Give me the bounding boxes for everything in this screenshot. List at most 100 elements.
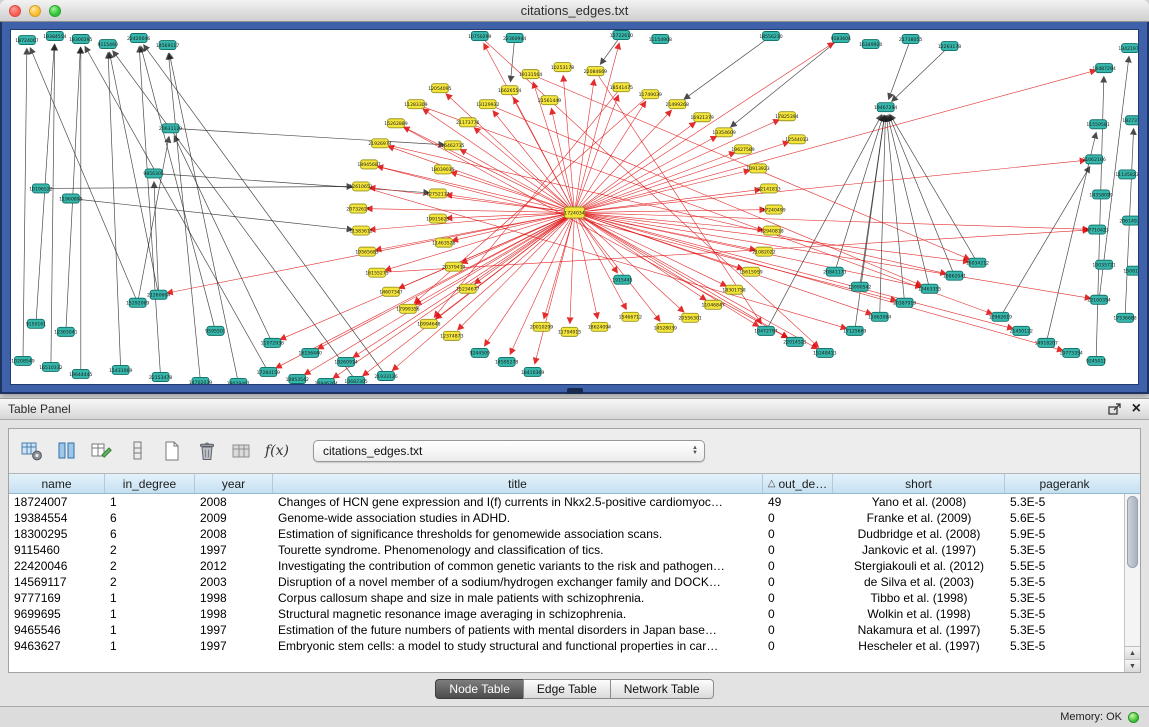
- tab-network-table[interactable]: Network Table: [610, 679, 714, 699]
- network-node[interactable]: 17240499: [762, 205, 785, 214]
- network-node[interactable]: 12365041: [54, 327, 77, 336]
- network-node[interactable]: 11663084: [868, 312, 891, 321]
- column-header-short[interactable]: short: [833, 474, 1005, 493]
- network-node[interactable]: 21926974: [368, 139, 391, 148]
- table-row[interactable]: 1938455462009Genome-wide association stu…: [9, 510, 1124, 526]
- network-node[interactable]: 14358099: [1089, 190, 1112, 199]
- network-node[interactable]: 12752117: [426, 189, 449, 198]
- network-node[interactable]: 11960895: [59, 194, 82, 203]
- network-node[interactable]: 18624094: [588, 322, 611, 331]
- citation-edge-black[interactable]: [139, 47, 160, 377]
- citation-edge-black[interactable]: [108, 53, 121, 370]
- network-node[interactable]: 16510332: [39, 362, 62, 371]
- network-node[interactable]: 22141813: [757, 184, 780, 193]
- table-row[interactable]: 911546021997Tourette syndrome. Phenomeno…: [9, 542, 1124, 558]
- network-node[interactable]: 17999356: [396, 304, 419, 313]
- citation-edge-red[interactable]: [416, 104, 992, 314]
- network-node[interactable]: 11145823: [1115, 170, 1138, 179]
- citation-edge-red[interactable]: [396, 123, 787, 337]
- network-node[interactable]: 16487294: [1092, 64, 1115, 73]
- network-node[interactable]: 21173776: [456, 118, 479, 127]
- network-node[interactable]: 22360944: [503, 34, 526, 43]
- network-node[interactable]: 17710423: [1085, 225, 1108, 234]
- citation-edge-red[interactable]: [570, 213, 575, 323]
- citation-edge-black[interactable]: [169, 54, 238, 383]
- network-node[interactable]: 15615959: [739, 267, 762, 276]
- network-node[interactable]: 9244509: [470, 348, 490, 357]
- network-node[interactable]: 18541475: [610, 83, 633, 92]
- network-node[interactable]: 9150161: [26, 319, 46, 328]
- network-node[interactable]: 11794915: [558, 327, 581, 336]
- network-node[interactable]: 13682305: [344, 376, 367, 384]
- network-node[interactable]: 21738055: [899, 35, 922, 44]
- network-node[interactable]: 20732627: [346, 204, 369, 213]
- citation-edge-black[interactable]: [113, 51, 356, 381]
- network-node[interactable]: 18273741: [1122, 116, 1138, 125]
- column-header-out_degree[interactable]: △out_de…: [763, 474, 833, 493]
- network-node[interactable]: 18301758: [722, 285, 745, 294]
- column-header-title[interactable]: title: [273, 474, 763, 493]
- column-header-name[interactable]: name: [9, 474, 105, 493]
- citation-edge-red[interactable]: [575, 213, 764, 230]
- network-node[interactable]: 16626554: [498, 86, 521, 95]
- citation-edge-black[interactable]: [889, 39, 911, 99]
- network-node[interactable]: 11046847: [701, 300, 724, 309]
- citation-edge-black[interactable]: [71, 198, 352, 229]
- citation-edge-red[interactable]: [378, 166, 575, 212]
- network-node[interactable]: 10994648: [417, 319, 440, 328]
- table-row[interactable]: 969969511998Structural magnetic resonanc…: [9, 606, 1124, 622]
- network-node[interactable]: 18862041: [943, 271, 966, 280]
- table-mode-icon[interactable]: [19, 438, 45, 464]
- window-resize-grip[interactable]: [567, 388, 583, 394]
- citation-edge-black[interactable]: [66, 48, 80, 332]
- network-node[interactable]: 13990542: [848, 282, 871, 291]
- zoom-window-button[interactable]: [49, 5, 61, 17]
- tab-node-table[interactable]: Node Table: [435, 679, 524, 699]
- network-node[interactable]: 20946264: [314, 378, 337, 384]
- network-node[interactable]: 11431069: [109, 365, 132, 374]
- table-row[interactable]: 1872400712008Changes of HCN gene express…: [9, 494, 1124, 510]
- network-node[interactable]: 10208549: [11, 356, 34, 365]
- citation-edge-black[interactable]: [138, 137, 169, 303]
- citation-edge-red[interactable]: [446, 94, 574, 212]
- table-row[interactable]: 946362711997Embryonic stem cells: a mode…: [9, 638, 1124, 654]
- network-node[interactable]: 18945687: [357, 160, 380, 169]
- network-node[interactable]: 19131564: [519, 70, 542, 79]
- network-node[interactable]: 22014521: [783, 337, 806, 346]
- column-header-pagerank[interactable]: pagerank: [1005, 474, 1124, 493]
- network-node[interactable]: 19260914: [334, 357, 357, 366]
- network-node[interactable]: 11749039: [639, 90, 662, 99]
- network-node[interactable]: 11559581: [1086, 120, 1109, 129]
- table-row[interactable]: 977716911998Corpus callosum shape and si…: [9, 590, 1124, 606]
- citation-edge-black[interactable]: [889, 116, 954, 276]
- network-node[interactable]: 21062166: [1082, 155, 1105, 164]
- citation-edge-black[interactable]: [890, 115, 977, 263]
- import-table-icon[interactable]: [229, 438, 255, 464]
- network-node[interactable]: 16034212: [966, 258, 989, 267]
- citation-edge-black[interactable]: [1000, 167, 1089, 317]
- table-row[interactable]: 2242004622012Investigating the contribut…: [9, 558, 1124, 574]
- table-row[interactable]: 1830029562008Estimation of significance …: [9, 526, 1124, 542]
- citation-edge-red[interactable]: [334, 213, 575, 378]
- network-node[interactable]: 21499268: [666, 100, 689, 109]
- network-node[interactable]: 10196522: [29, 184, 52, 193]
- citation-edge-black[interactable]: [892, 46, 949, 101]
- network-node[interactable]: 9115460: [98, 40, 118, 49]
- network-node[interactable]: 12263178: [938, 42, 961, 51]
- citation-edge-black[interactable]: [511, 38, 515, 81]
- citation-edge-black[interactable]: [766, 115, 881, 331]
- network-node[interactable]: 16462735: [441, 141, 464, 150]
- citation-edge-red[interactable]: [475, 213, 574, 284]
- scroll-up-button[interactable]: ▲: [1125, 646, 1140, 659]
- network-node[interactable]: 10750299: [468, 32, 491, 41]
- function-builder-icon[interactable]: f(x): [264, 438, 290, 464]
- network-node[interactable]: 15292069: [126, 298, 149, 307]
- table-scrollbar[interactable]: ▲ ▼: [1124, 494, 1140, 672]
- network-node[interactable]: 21260664: [147, 290, 170, 299]
- citation-edge-black[interactable]: [171, 128, 444, 145]
- network-node[interactable]: 21450122: [1010, 326, 1033, 335]
- network-node[interactable]: 22100354: [1087, 295, 1110, 304]
- network-node[interactable]: 12610651: [349, 182, 372, 191]
- network-node[interactable]: 1915445: [612, 275, 632, 284]
- citation-edge-red[interactable]: [575, 190, 761, 213]
